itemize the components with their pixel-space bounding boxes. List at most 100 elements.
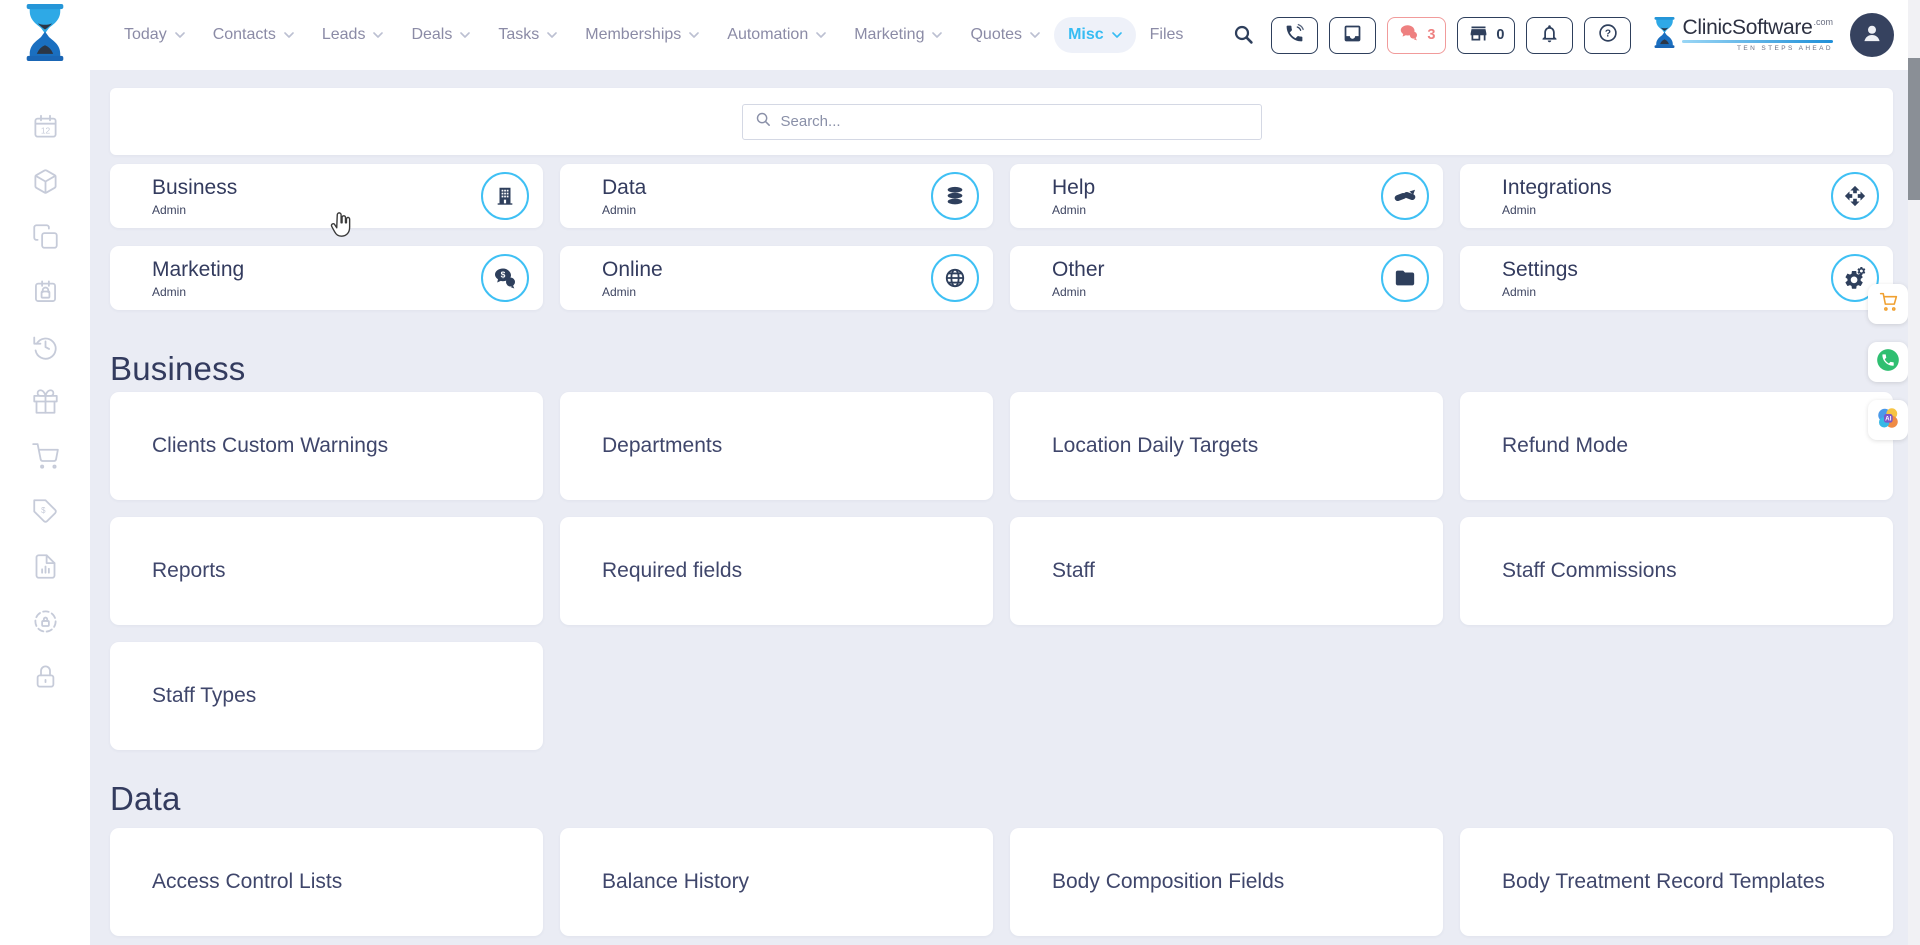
nav-contacts[interactable]: Contacts xyxy=(199,17,308,53)
chat-bubbles-icon xyxy=(1398,22,1420,48)
brand-underline xyxy=(1682,40,1833,43)
module-card-balance-history[interactable]: Balance History xyxy=(560,828,993,936)
category-subtitle: Admin xyxy=(602,203,646,217)
topbar: Today Contacts Leads Deals Tasks Members… xyxy=(0,0,1920,70)
lock-icon[interactable] xyxy=(32,663,59,690)
nav-deals[interactable]: Deals xyxy=(397,17,484,53)
module-card-access-control-lists[interactable]: Access Control Lists xyxy=(110,828,543,936)
nav-today[interactable]: Today xyxy=(110,17,199,53)
category-card-business[interactable]: BusinessAdmin xyxy=(110,164,543,228)
module-card-staff-types[interactable]: Staff Types xyxy=(110,642,543,750)
module-card-label: Balance History xyxy=(602,870,749,894)
module-card-label: Body Composition Fields xyxy=(1052,870,1284,894)
nav-label: Contacts xyxy=(213,26,276,44)
chat-count-badge: 3 xyxy=(1427,27,1435,43)
data-card-grid: Access Control Lists Balance History Bod… xyxy=(110,828,1893,936)
database-icon xyxy=(931,172,979,220)
nav-automation[interactable]: Automation xyxy=(713,17,840,53)
account-privacy-icon[interactable] xyxy=(32,608,59,635)
module-card-reports[interactable]: Reports xyxy=(110,517,543,625)
module-card-label: Access Control Lists xyxy=(152,870,342,894)
shopping-calendar-icon[interactable] xyxy=(32,278,59,305)
chevron-down-icon xyxy=(547,32,557,38)
chevron-down-icon xyxy=(1112,32,1122,38)
category-title: Online xyxy=(602,258,663,282)
nav-label: Leads xyxy=(322,26,366,44)
package-icon[interactable] xyxy=(32,168,59,195)
cart-icon[interactable] xyxy=(32,443,59,470)
gift-icon[interactable] xyxy=(32,388,59,415)
nav-quotes[interactable]: Quotes xyxy=(956,17,1054,53)
report-icon[interactable] xyxy=(32,553,59,580)
app-logo[interactable] xyxy=(22,4,68,66)
scrollbar-thumb[interactable] xyxy=(1908,58,1920,200)
copies-icon[interactable] xyxy=(32,223,59,250)
module-card-departments[interactable]: Departments xyxy=(560,392,993,500)
sidebar: 12 $ xyxy=(0,70,90,945)
floating-cart-button[interactable] xyxy=(1868,284,1908,324)
business-card-grid: Clients Custom Warnings Departments Loca… xyxy=(110,392,1893,750)
svg-text:$: $ xyxy=(41,506,46,515)
hourglass-logo-icon xyxy=(22,4,68,66)
chevron-down-icon xyxy=(689,32,699,38)
module-card-required-fields[interactable]: Required fields xyxy=(560,517,993,625)
category-card-online[interactable]: OnlineAdmin xyxy=(560,246,993,310)
svg-text:AI: AI xyxy=(1885,415,1892,422)
module-card-label: Departments xyxy=(602,434,722,458)
clinicsoftware-logo[interactable]: ClinicSoftware.com TEN STEPS AHEAD xyxy=(1652,17,1833,53)
phone-icon xyxy=(1284,23,1305,48)
user-avatar[interactable] xyxy=(1850,13,1894,57)
price-tag-icon[interactable]: $ xyxy=(32,498,59,525)
module-card-body-treatment-record-templates[interactable]: Body Treatment Record Templates xyxy=(1460,828,1893,936)
category-subtitle: Admin xyxy=(152,203,237,217)
nav-label: Automation xyxy=(727,26,808,44)
floating-whatsapp-button[interactable] xyxy=(1868,342,1908,382)
calendar-icon[interactable]: 12 xyxy=(32,113,59,140)
search-input[interactable] xyxy=(781,113,1249,130)
module-card-refund-mode[interactable]: Refund Mode xyxy=(1460,392,1893,500)
category-card-settings[interactable]: SettingsAdmin xyxy=(1460,246,1893,310)
module-card-staff-commissions[interactable]: Staff Commissions xyxy=(1460,517,1893,625)
category-card-other[interactable]: OtherAdmin xyxy=(1010,246,1443,310)
section-heading-business: Business xyxy=(110,350,1893,388)
main-content: BusinessAdmin DataAdmin HelpAdmin Integr… xyxy=(110,88,1893,936)
brand-tagline: TEN STEPS AHEAD xyxy=(1737,45,1833,52)
module-card-label: Reports xyxy=(152,559,226,583)
store-button[interactable]: 0 xyxy=(1457,17,1515,54)
module-card-staff[interactable]: Staff xyxy=(1010,517,1443,625)
svg-text:12: 12 xyxy=(40,125,50,135)
module-search[interactable] xyxy=(742,104,1262,140)
search-icon[interactable] xyxy=(1232,23,1256,47)
module-card-location-daily-targets[interactable]: Location Daily Targets xyxy=(1010,392,1443,500)
history-icon[interactable] xyxy=(32,333,59,360)
nav-leads[interactable]: Leads xyxy=(308,17,398,53)
module-card-label: Staff xyxy=(1052,559,1095,583)
nav-files[interactable]: Files xyxy=(1136,17,1198,53)
topbar-actions: 3 0 ? ClinicSoftw xyxy=(1232,13,1894,57)
inbox-button[interactable] xyxy=(1329,17,1376,54)
category-title: Help xyxy=(1052,176,1095,200)
category-subtitle: Admin xyxy=(1052,203,1095,217)
category-card-data[interactable]: DataAdmin xyxy=(560,164,993,228)
chevron-down-icon xyxy=(175,32,185,38)
globe-icon xyxy=(931,254,979,302)
nav-tasks[interactable]: Tasks xyxy=(484,17,571,53)
vertical-scrollbar[interactable] xyxy=(1908,0,1920,945)
category-card-help[interactable]: Help Admin xyxy=(1010,164,1443,228)
brand-text: ClinicSoftware.com TEN STEPS AHEAD xyxy=(1682,17,1833,52)
help-button[interactable]: ? xyxy=(1584,17,1631,54)
category-subtitle: Admin xyxy=(1502,203,1612,217)
module-card-body-composition-fields[interactable]: Body Composition Fields xyxy=(1010,828,1443,936)
phone-button[interactable] xyxy=(1271,17,1318,54)
floating-ai-button[interactable]: AI xyxy=(1868,400,1908,440)
nav-marketing[interactable]: Marketing xyxy=(840,17,956,53)
notifications-button[interactable] xyxy=(1526,17,1573,54)
nav-memberships[interactable]: Memberships xyxy=(571,17,713,53)
module-card-label: Body Treatment Record Templates xyxy=(1502,870,1825,894)
brand-name: ClinicSoftware xyxy=(1682,17,1812,39)
module-card-clients-custom-warnings[interactable]: Clients Custom Warnings xyxy=(110,392,543,500)
chat-button[interactable]: 3 xyxy=(1387,17,1446,54)
category-card-marketing[interactable]: MarketingAdmin $ xyxy=(110,246,543,310)
category-card-integrations[interactable]: IntegrationsAdmin xyxy=(1460,164,1893,228)
nav-misc[interactable]: Misc xyxy=(1054,17,1136,53)
